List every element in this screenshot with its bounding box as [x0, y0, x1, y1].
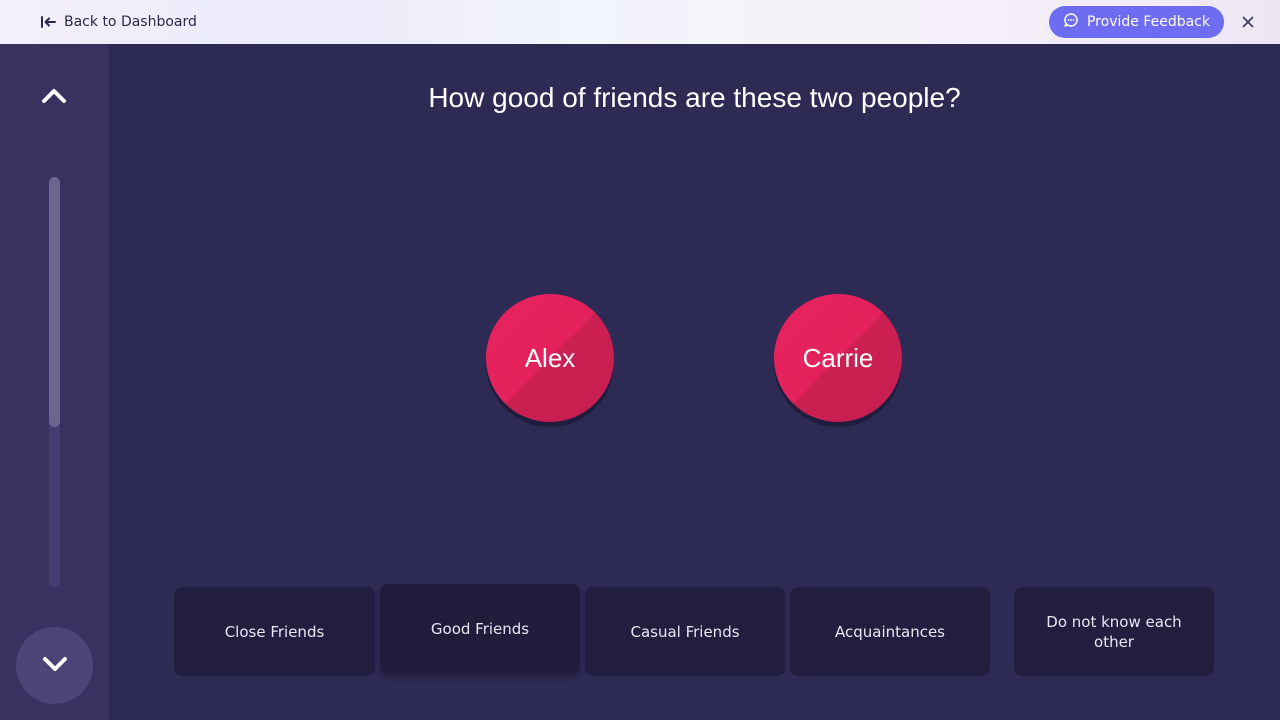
progress-scrollbar[interactable] — [49, 177, 60, 587]
previous-question-button[interactable] — [34, 78, 74, 118]
question-text: How good of friends are these two people… — [428, 82, 961, 113]
option-do-not-know-each-other[interactable]: Do not know each other — [1014, 587, 1214, 676]
close-icon — [1242, 13, 1254, 32]
option-close-friends[interactable]: Close Friends — [174, 587, 375, 676]
close-button[interactable] — [1238, 12, 1258, 32]
provide-feedback-button[interactable]: Provide Feedback — [1049, 6, 1224, 38]
person-bubble-alex: Alex — [486, 294, 614, 422]
option-casual-friends[interactable]: Casual Friends — [585, 587, 785, 676]
chevron-down-icon — [42, 656, 68, 676]
person-bubble-carrie: Carrie — [774, 294, 902, 422]
option-acquaintances[interactable]: Acquaintances — [790, 587, 990, 676]
scrollbar-thumb[interactable] — [49, 177, 60, 427]
back-arrow-icon — [40, 15, 56, 29]
option-good-friends[interactable]: Good Friends — [380, 584, 580, 673]
chevron-up-icon — [41, 88, 67, 108]
next-question-button[interactable] — [16, 627, 93, 704]
chat-bubble-icon — [1063, 12, 1079, 32]
sidebar — [0, 44, 109, 720]
provide-feedback-label: Provide Feedback — [1086, 14, 1210, 30]
back-to-dashboard-label: Back to Dashboard — [64, 14, 197, 30]
top-bar: Back to Dashboard Provide Feedback — [0, 0, 1280, 44]
back-to-dashboard-link[interactable]: Back to Dashboard — [40, 12, 197, 32]
